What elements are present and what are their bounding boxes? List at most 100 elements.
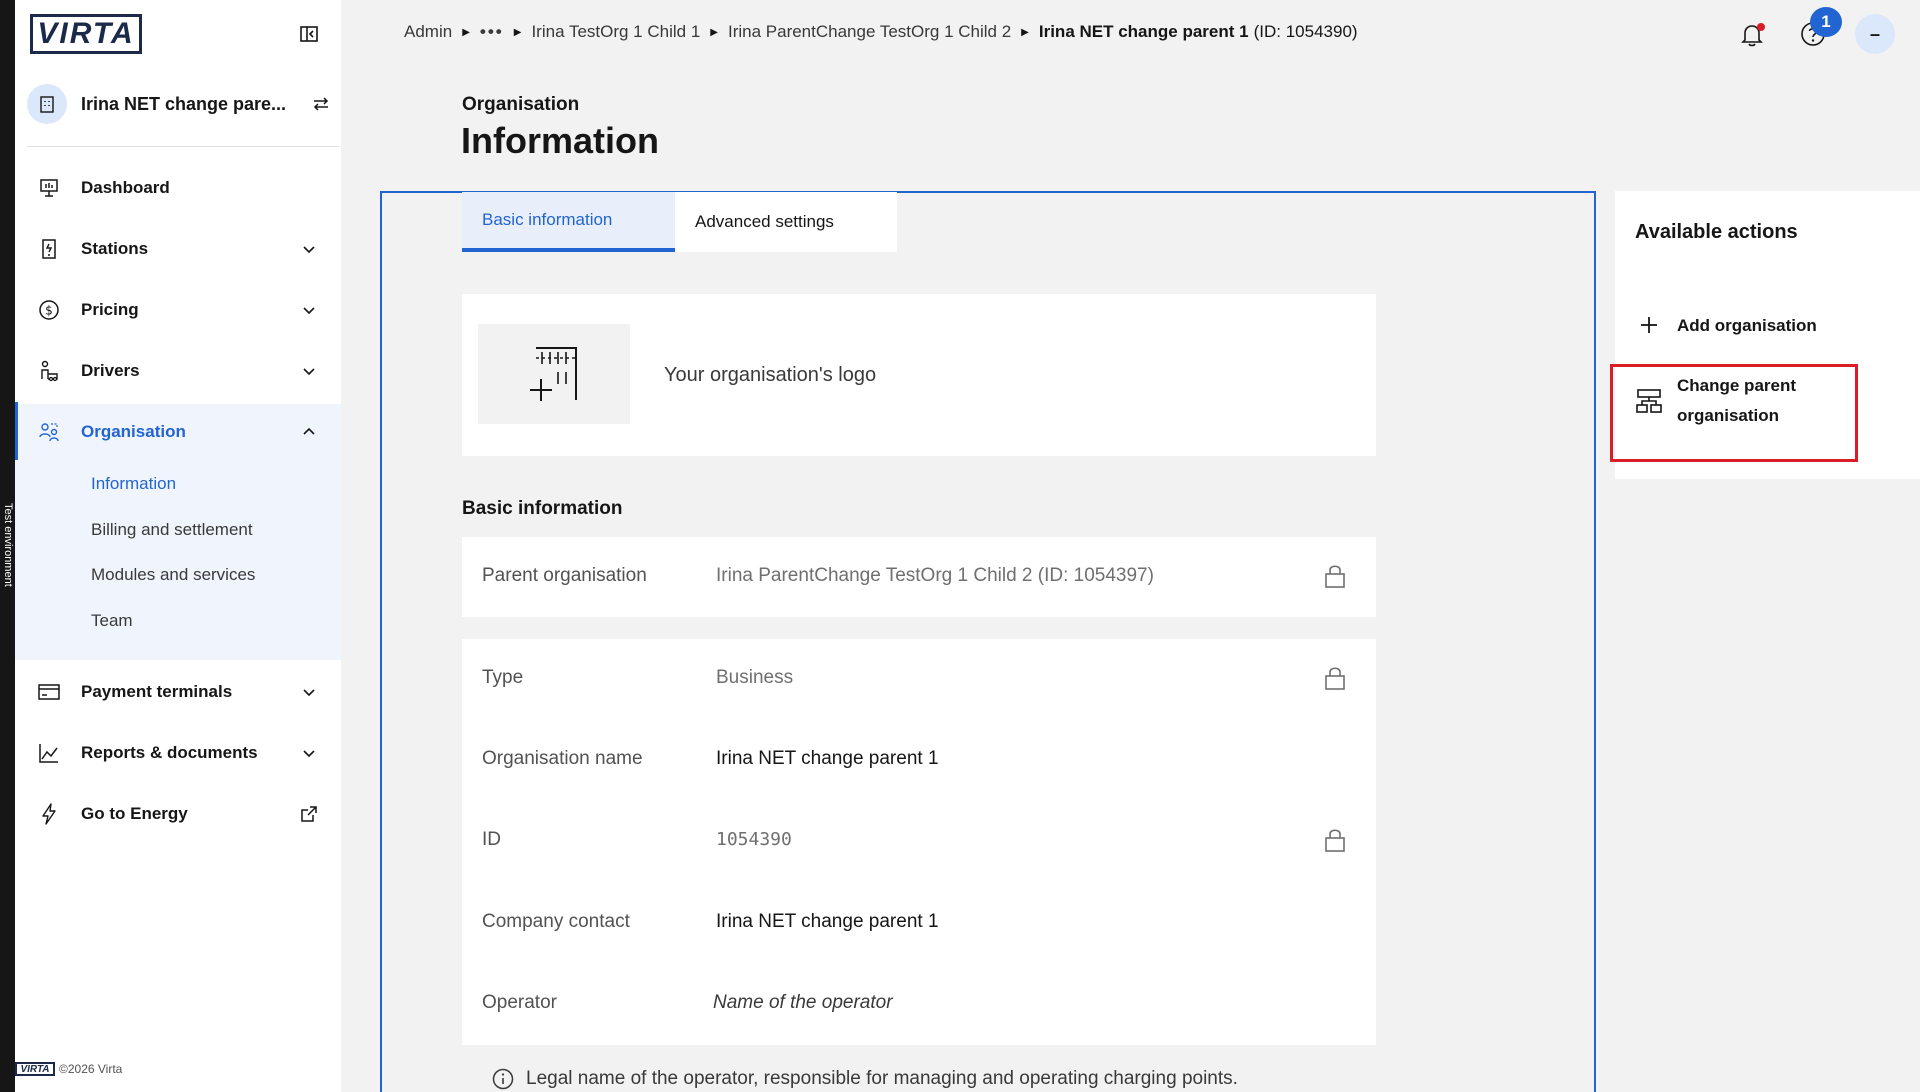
parent-organisation-row: Parent organisation Irina ParentChange T…: [462, 537, 1376, 617]
type-value: Business: [716, 667, 794, 688]
help-count-badge: 1: [1810, 7, 1842, 37]
chevron-down-icon: [299, 743, 319, 763]
organisation-icon: [37, 420, 61, 444]
nav-dashboard[interactable]: Dashboard: [15, 160, 341, 216]
add-organisation-label: Add organisation: [1677, 316, 1817, 335]
company-contact-value[interactable]: Irina NET change parent 1: [716, 911, 939, 933]
subnav-billing-settlement[interactable]: Billing and settlement: [91, 520, 253, 540]
tab-advanced-settings[interactable]: Advanced settings: [675, 192, 897, 252]
company-contact-row[interactable]: Company contact Irina NET change parent …: [462, 883, 1376, 963]
breadcrumb-caret-icon: ▶: [1021, 26, 1029, 38]
field-label: Type: [482, 667, 524, 688]
upload-logo-button[interactable]: [478, 324, 630, 424]
active-nav-marker: [15, 402, 18, 462]
organisation-subnav: Information Billing and settlement Modul…: [15, 460, 341, 660]
available-actions-panel: Available actions Add organisation Chang…: [1615, 191, 1920, 479]
virta-logo[interactable]: VIRTA: [30, 14, 142, 54]
breadcrumb-current: Irina NET change parent 1: [1038, 22, 1249, 41]
breadcrumb-current-id: (ID: 1054390): [1253, 22, 1358, 41]
available-actions-title: Available actions: [1635, 221, 1798, 243]
nav-go-to-energy[interactable]: Go to Energy: [15, 786, 341, 842]
tab-basic-information[interactable]: Basic information: [462, 192, 675, 252]
chevron-up-icon: [299, 422, 319, 442]
external-link-icon: [299, 804, 319, 824]
nav-payment-terminals[interactable]: Payment terminals: [15, 664, 341, 720]
change-parent-organisation-label: Change parent organisation: [1677, 371, 1796, 431]
add-organisation-button[interactable]: Add organisation: [1635, 311, 1817, 341]
nav-stations[interactable]: Stations: [15, 221, 341, 277]
hierarchy-icon: [1636, 389, 1662, 413]
copyright-text: ©2026 Virta: [59, 1062, 123, 1076]
logo-card-text: Your organisation's logo: [664, 364, 877, 386]
breadcrumb-overflow[interactable]: •••: [480, 22, 504, 42]
page-title: Information: [461, 120, 659, 161]
switch-org-icon[interactable]: [311, 94, 331, 114]
currency-icon: $: [37, 298, 61, 322]
breadcrumb: Admin ▶ ••• ▶ Irina TestOrg 1 Child 1 ▶ …: [404, 22, 1358, 42]
operator-helper: Legal name of the operator, responsible …: [492, 1068, 1238, 1090]
test-environment-label: Test environment: [2, 503, 14, 587]
organisation-name-value[interactable]: Irina NET change parent 1: [716, 748, 939, 770]
breadcrumb-parentchange-child2[interactable]: Irina ParentChange TestOrg 1 Child 2: [728, 22, 1011, 42]
breadcrumb-testorg-child1[interactable]: Irina TestOrg 1 Child 1: [531, 22, 700, 42]
svg-text:$: $: [45, 304, 53, 318]
logo-card: Your organisation's logo: [462, 294, 1376, 456]
change-parent-line1: Change parent: [1677, 376, 1797, 395]
user-menu-button[interactable]: –: [1855, 14, 1895, 54]
add-logo-icon: [530, 347, 577, 401]
id-row: ID 1054390: [462, 801, 1376, 881]
nav-pricing[interactable]: $ Pricing: [15, 282, 341, 338]
organisation-name-row[interactable]: Organisation name Irina NET change paren…: [462, 720, 1376, 800]
basic-information-heading: Basic information: [462, 498, 623, 519]
line-chart-icon: [37, 741, 61, 765]
nav-dashboard-label: Dashboard: [81, 178, 170, 197]
chevron-down-icon: [299, 300, 319, 320]
building-icon: [27, 84, 67, 124]
field-label: Organisation name: [482, 748, 643, 769]
test-environment-strip: Test environment: [0, 0, 15, 1092]
subnav-modules-services[interactable]: Modules and services: [91, 565, 255, 585]
presentation-icon: [37, 176, 61, 200]
breadcrumb-caret-icon: ▶: [513, 26, 522, 38]
chevron-down-icon: [299, 239, 319, 259]
sidebar-divider: [27, 146, 339, 147]
organisation-details-card: Type Business Organisation name Irina NE…: [462, 639, 1376, 1045]
nav-pricing-label: Pricing: [81, 300, 139, 319]
nav-reports-label: Reports & documents: [81, 743, 258, 762]
nav-stations-label: Stations: [81, 239, 149, 258]
nav-reports-documents[interactable]: Reports & documents: [15, 725, 341, 781]
lock-icon: [1325, 667, 1345, 690]
change-parent-organisation-button[interactable]: Change parent organisation: [1635, 371, 1796, 431]
subnav-information[interactable]: Information: [91, 474, 176, 494]
parent-organisation-card: Parent organisation Irina ParentChange T…: [462, 537, 1376, 617]
type-row: Type Business: [462, 639, 1376, 719]
current-org-name: Irina NET change pare...: [81, 93, 287, 114]
info-icon: [492, 1068, 514, 1090]
plus-icon: [1641, 317, 1657, 333]
org-switcher[interactable]: Irina NET change pare...: [27, 82, 329, 126]
operator-row[interactable]: Operator Name of the operator: [462, 964, 1376, 1044]
breadcrumb-admin[interactable]: Admin: [404, 22, 452, 42]
operator-helper-text: Legal name of the operator, responsible …: [526, 1068, 1238, 1089]
chevron-down-icon: [299, 361, 319, 381]
breadcrumb-caret-icon: ▶: [710, 26, 718, 38]
breadcrumb-caret-icon: ▶: [462, 26, 470, 38]
change-parent-line2: organisation: [1677, 406, 1780, 425]
notification-dot: [1757, 23, 1765, 31]
charging-station-icon: [37, 237, 61, 261]
notifications-button[interactable]: [1736, 18, 1768, 50]
footer-logo: VIRTA: [15, 1062, 55, 1076]
field-label: Operator: [482, 992, 557, 1013]
nav-drivers[interactable]: Drivers: [15, 343, 341, 399]
nav-organisation[interactable]: Organisation: [15, 404, 341, 460]
nav-energy-label: Go to Energy: [81, 804, 188, 823]
nav-payment-terminals-label: Payment terminals: [81, 682, 233, 701]
subnav-team[interactable]: Team: [91, 611, 133, 631]
field-label: Parent organisation: [482, 565, 647, 586]
collapse-sidebar-icon[interactable]: [299, 24, 319, 44]
field-label: ID: [482, 829, 501, 850]
sidebar-footer: VIRTA ©2026 Virta: [15, 1062, 122, 1076]
id-value: 1054390: [716, 829, 792, 850]
operator-input[interactable]: Name of the operator: [713, 992, 893, 1014]
driver-icon: [37, 359, 61, 383]
